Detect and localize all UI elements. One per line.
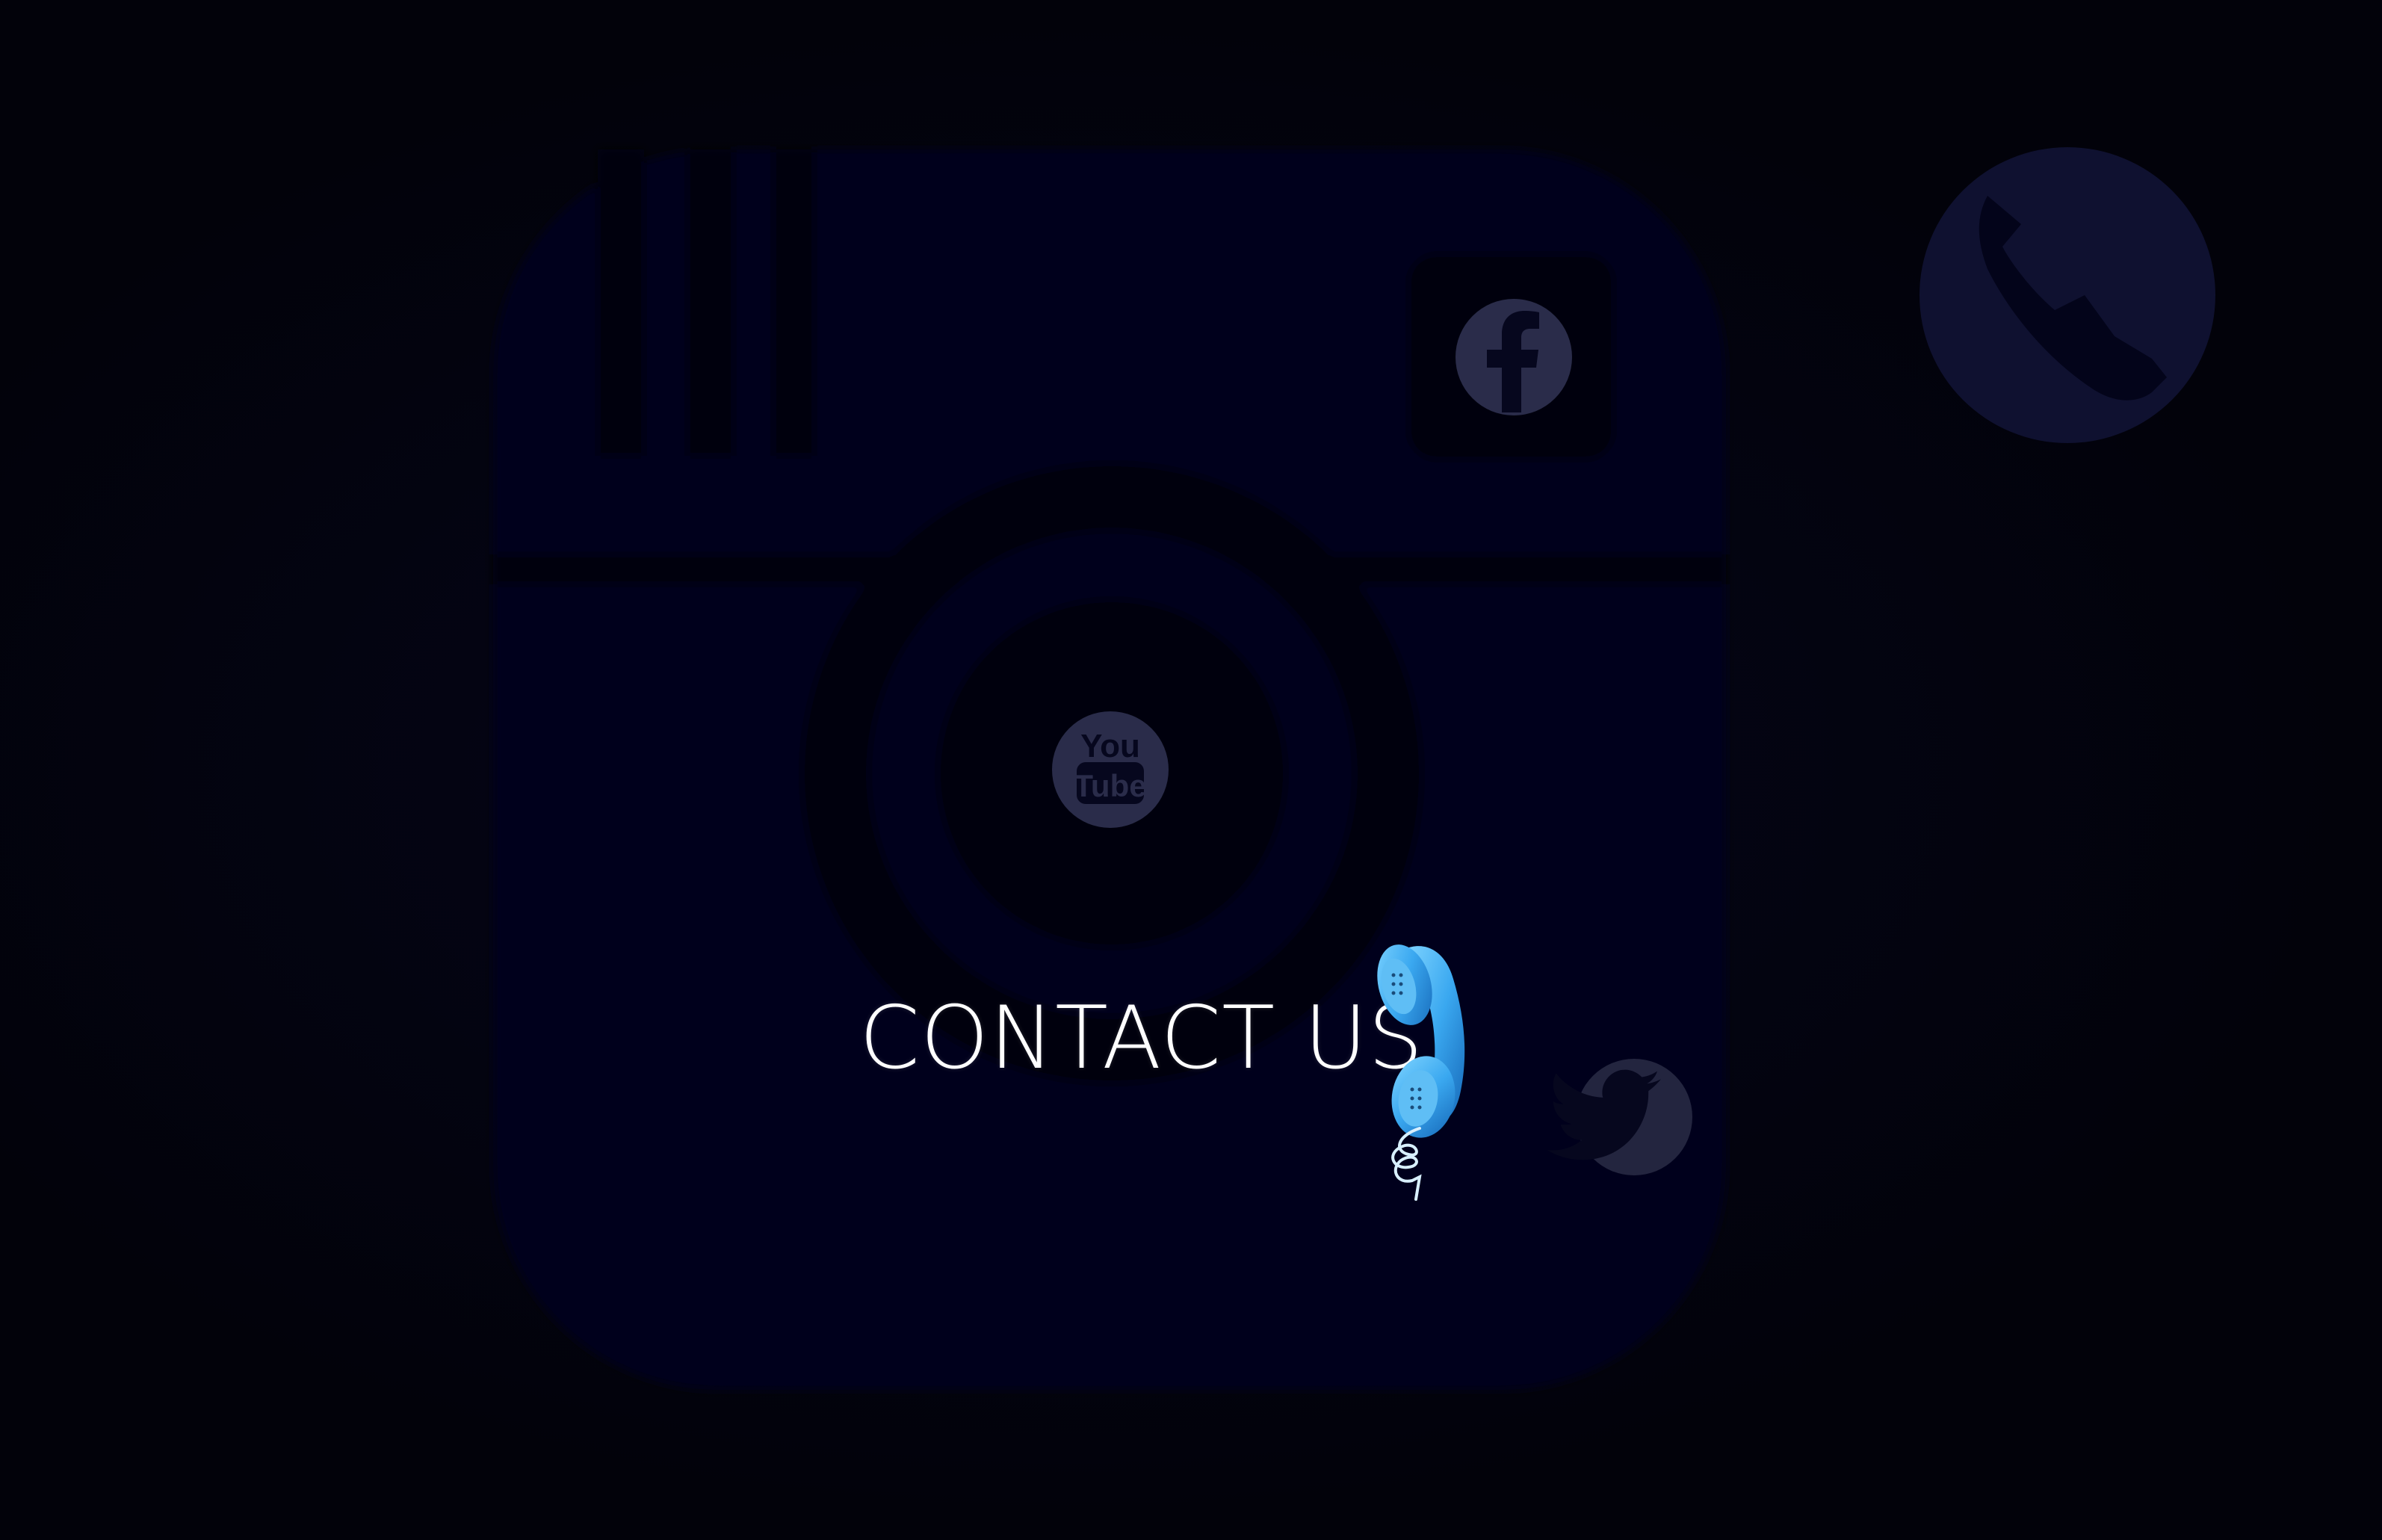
contact-page: You Tube CONTACT US — [0, 0, 2382, 1540]
telephone-handset-icon[interactable] — [0, 0, 2382, 1540]
